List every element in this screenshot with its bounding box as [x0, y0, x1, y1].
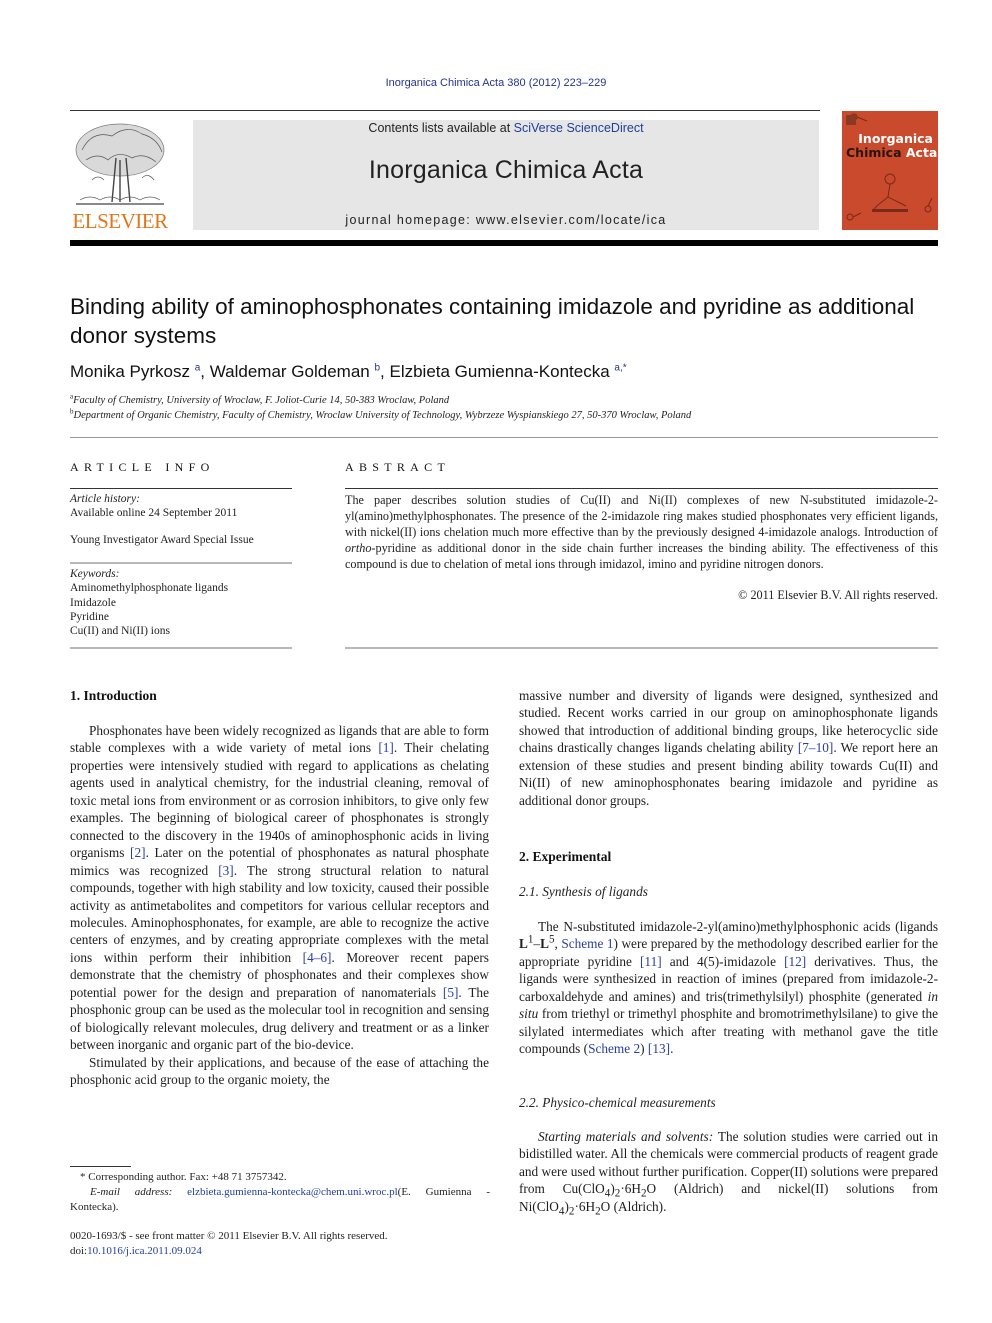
elsevier-logo[interactable]: ELSEVIER [70, 120, 170, 233]
molecule-decoration-icon [846, 113, 933, 221]
abstract-text: The paper describes solution studies of … [345, 492, 938, 572]
abstract-copyright: © 2011 Elsevier B.V. All rights reserved… [738, 588, 938, 602]
sciencedirect-link[interactable]: SciVerse ScienceDirect [514, 121, 644, 135]
abstract-heading: ABSTRACT [345, 460, 451, 474]
citation-link[interactable]: [5] [443, 985, 459, 1000]
keyword: Pyridine [70, 610, 109, 623]
abstract-text-part: The paper describes solution studies of … [345, 493, 938, 540]
journal-masthead: Contents lists available at SciVerse Sci… [193, 120, 819, 230]
affiliation-rule [70, 437, 938, 438]
special-issue: Young Investigator Award Special Issue [70, 534, 254, 546]
article-history-label: Article history: [70, 493, 140, 505]
article-info-rule [70, 488, 292, 489]
abstract-italic: ortho [345, 541, 372, 556]
text: The N-substituted imidazole-2-yl(amino)m… [538, 919, 938, 934]
affiliation: aFaculty of Chemistry, University of Wro… [70, 393, 930, 406]
keyword: Aminomethylphosphonate ligands [70, 582, 229, 595]
article-title: Binding ability of aminophosphonates con… [70, 294, 915, 348]
ligand-symbol: L [519, 936, 528, 952]
front-matter-text: 0020-1693/$ - see front matter © 2011 El… [70, 1230, 388, 1242]
abstract-text-part: -pyridine as additional donor in the sid… [345, 541, 938, 572]
footnote-rule [70, 1166, 131, 1167]
contents-prefix: Contents lists available at [368, 121, 514, 135]
affiliation: bDepartment of Organic Chemistry, Facult… [70, 408, 930, 421]
corresponding-author-footnote: * Corresponding author. Fax: +48 71 3757… [70, 1170, 490, 1215]
citation-link[interactable]: [2] [130, 845, 146, 860]
citation-link[interactable]: [11] [640, 954, 662, 969]
scheme-link[interactable]: Scheme 1 [561, 936, 613, 951]
email-label: E-mail address: [90, 1186, 173, 1198]
citation-link[interactable]: [7–10] [798, 740, 833, 755]
journal-homepage-link[interactable]: journal homepage: www.elsevier.com/locat… [193, 213, 819, 227]
text: from triethyl or trimethyl phosphite and… [519, 1006, 938, 1057]
ligand-symbol: L [540, 936, 549, 952]
article-history-value: Available online 24 September 2011 [70, 507, 238, 520]
section-heading-introduction: 1. Introduction [70, 688, 157, 703]
text: . [670, 1041, 674, 1057]
citation-link[interactable]: [13] [648, 1041, 670, 1056]
author-affiliation-link[interactable]: b [374, 362, 380, 373]
text: O (Aldrich). [600, 1198, 667, 1214]
paragraph: massive number and diversity of ligands … [519, 687, 938, 809]
author-name: Waldemar Goldeman [209, 362, 370, 381]
affiliation-text: Department of Organic Chemistry, Faculty… [73, 410, 692, 421]
synthesis-body: The N-substituted imidazole-2-yl(amino)m… [519, 918, 938, 1058]
keyword: Cu(II) and Ni(II) ions [70, 625, 170, 638]
journal-name: Inorganica Chimica Acta [368, 156, 644, 184]
introduction-body: Phosphonates have been widely recognized… [70, 722, 489, 1089]
citation-link[interactable]: [1] [378, 740, 394, 755]
keyword: Imidazole [70, 596, 116, 609]
abstract-rule [345, 647, 938, 649]
text: and 4(5)-imidazole [661, 953, 785, 969]
text: ·6H [574, 1198, 596, 1214]
header-heavy-rule [70, 240, 938, 246]
text: . Their chelating properties were intens… [70, 740, 489, 861]
author-list: Monika Pyrkosz a, Waldemar Goldeman b, E… [70, 362, 627, 381]
paragraph: The N-substituted imidazole-2-yl(amino)m… [519, 918, 938, 1058]
paragraph: Stimulated by their applications, and be… [70, 1054, 489, 1088]
run-in-heading: Starting materials and solvents: [538, 1129, 714, 1144]
elsevier-tree-icon [75, 123, 165, 205]
citation-link[interactable]: [12] [784, 954, 806, 969]
introduction-body-continued: massive number and diversity of ligands … [519, 687, 938, 809]
section-heading-experimental: 2. Experimental [519, 849, 612, 864]
front-matter-footer: 0020-1693/$ - see front matter © 2011 El… [70, 1229, 490, 1259]
contents-availability: Contents lists available at SciVerse Sci… [193, 121, 819, 135]
article-info-rule [70, 647, 292, 649]
citation-link[interactable]: [3] [218, 863, 234, 878]
journal-cover-image[interactable]: Inorganica Chimica Acta [842, 111, 938, 230]
text: ·6H [620, 1181, 641, 1197]
author-affiliation-link[interactable]: a [195, 362, 201, 373]
author-name: Monika Pyrkosz [70, 362, 190, 381]
doi-link[interactable]: 10.1016/j.ica.2011.09.024 [87, 1245, 202, 1257]
subsection-heading-synthesis: 2.1. Synthesis of ligands [519, 884, 648, 899]
keywords-label: Keywords: [70, 568, 120, 580]
affiliation-text: Faculty of Chemistry, University of Wroc… [73, 395, 450, 406]
text: ) [640, 1041, 648, 1057]
paragraph: Phosphonates have been widely recognized… [70, 722, 489, 1054]
measurements-body: Starting materials and solvents: The sol… [519, 1128, 938, 1217]
scheme-link[interactable]: Scheme 2 [588, 1041, 640, 1056]
footnote-text: Corresponding author. Fax: +48 71 375734… [85, 1171, 287, 1183]
article-history: Article history: Available online 24 Sep… [70, 492, 292, 521]
header-rule [70, 110, 820, 111]
subsection-heading-measurements: 2.2. Physico-chemical measurements [519, 1095, 716, 1110]
elsevier-wordmark: ELSEVIER [72, 209, 168, 233]
citation-link[interactable]: [4–6] [303, 950, 332, 965]
journal-citation-link[interactable]: Inorganica Chimica Acta 380 (2012) 223–2… [0, 77, 992, 89]
paragraph: Starting materials and solvents: The sol… [519, 1128, 938, 1217]
keywords-block: Keywords: Aminomethylphosphonate ligands… [70, 567, 292, 638]
doi-label: doi: [70, 1245, 88, 1257]
email-link[interactable]: elzbieta.gumienna-kontecka@chem.uni.wroc… [187, 1186, 398, 1198]
author-name: Elzbieta Gumienna-Kontecka [389, 362, 610, 381]
abstract-rule [345, 488, 938, 489]
article-info-rule [70, 562, 292, 564]
article-info-heading: ARTICLE INFO [70, 460, 215, 474]
author-affiliation-link[interactable]: a,* [614, 362, 626, 373]
